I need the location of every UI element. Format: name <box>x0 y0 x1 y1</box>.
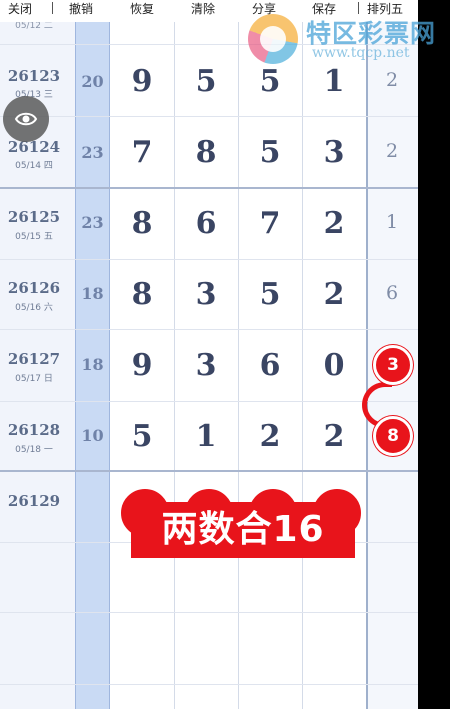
digit-cell: 2 <box>259 419 281 454</box>
digit-cell: 2 <box>323 277 345 312</box>
group-divider <box>0 470 418 472</box>
row-divider <box>0 329 418 330</box>
logo-url: www.tqcp.net <box>312 45 410 61</box>
issue-date: 05/16 六 <box>15 303 53 313</box>
undo-button[interactable]: 撤销 <box>69 0 93 22</box>
sum-value: 20 <box>81 72 104 91</box>
row-divider <box>0 401 418 402</box>
digit-cell: 5 <box>259 135 281 170</box>
toolbar-divider <box>52 2 53 14</box>
digit-cell: 8 <box>195 135 217 170</box>
digit-cell: 9 <box>131 64 153 99</box>
highlight-circle: 8 <box>373 416 413 456</box>
sum-value: 23 <box>81 143 104 162</box>
row-divider <box>0 259 418 260</box>
logo-icon <box>248 14 298 64</box>
digit-cell: 6 <box>259 348 281 383</box>
digit-cell: 1 <box>195 419 217 454</box>
sum-value: 23 <box>81 213 104 232</box>
digit-cell: 3 <box>195 277 217 312</box>
eye-icon <box>14 112 38 126</box>
group-divider <box>0 187 418 189</box>
digit-cell: 7 <box>259 206 281 241</box>
site-logo: 特区彩票网 www.tqcp.net <box>248 10 438 66</box>
span-value: 2 <box>385 69 399 91</box>
issue-number: 26127 <box>7 350 61 368</box>
span-value: 2 <box>385 140 399 162</box>
issue-number: 26129 <box>7 492 61 510</box>
issue-number: 26125 <box>7 208 61 226</box>
span-value: 1 <box>385 211 399 233</box>
digit-cell: 0 <box>323 348 345 383</box>
digit-cell: 3 <box>323 135 345 170</box>
screen-edge <box>418 0 450 709</box>
digit-cell: 7 <box>131 135 153 170</box>
digit-cell: 1 <box>323 64 345 99</box>
digit-cell: 5 <box>131 419 153 454</box>
digit-cell: 5 <box>259 277 281 312</box>
issue-number: 26123 <box>7 67 61 85</box>
digit-cell: 8 <box>131 206 153 241</box>
hint-banner: 两数合16 <box>131 502 355 558</box>
digit-cell: 6 <box>195 206 217 241</box>
issue-date: 05/18 一 <box>15 445 53 455</box>
clear-button[interactable]: 清除 <box>191 0 215 22</box>
digit-cell: 3 <box>195 348 217 383</box>
eye-toggle-button[interactable] <box>3 96 49 142</box>
issue-number: 26124 <box>7 138 61 156</box>
digit-cell: 2 <box>323 419 345 454</box>
digit-cell: 9 <box>131 348 153 383</box>
digit-cell: 5 <box>195 64 217 99</box>
highlight-circle: 3 <box>373 345 413 385</box>
redo-button[interactable]: 恢复 <box>130 0 154 22</box>
sum-value: 10 <box>81 426 104 445</box>
digit-cell: 5 <box>259 64 281 99</box>
issue-date: 05/14 四 <box>15 161 53 171</box>
row-divider <box>0 612 418 613</box>
sum-value: 18 <box>81 355 104 374</box>
close-button[interactable]: 关闭 <box>8 0 32 22</box>
issue-date: 05/15 五 <box>15 232 53 242</box>
sum-value: 18 <box>81 284 104 303</box>
issue-number: 26128 <box>7 421 61 439</box>
span-value: 6 <box>385 282 399 304</box>
digit-cell: 2 <box>323 206 345 241</box>
row-divider <box>0 116 418 117</box>
digit-cell: 8 <box>131 277 153 312</box>
issue-number: 26126 <box>7 279 61 297</box>
row-divider <box>0 684 418 685</box>
issue-date: 05/17 日 <box>15 374 53 384</box>
